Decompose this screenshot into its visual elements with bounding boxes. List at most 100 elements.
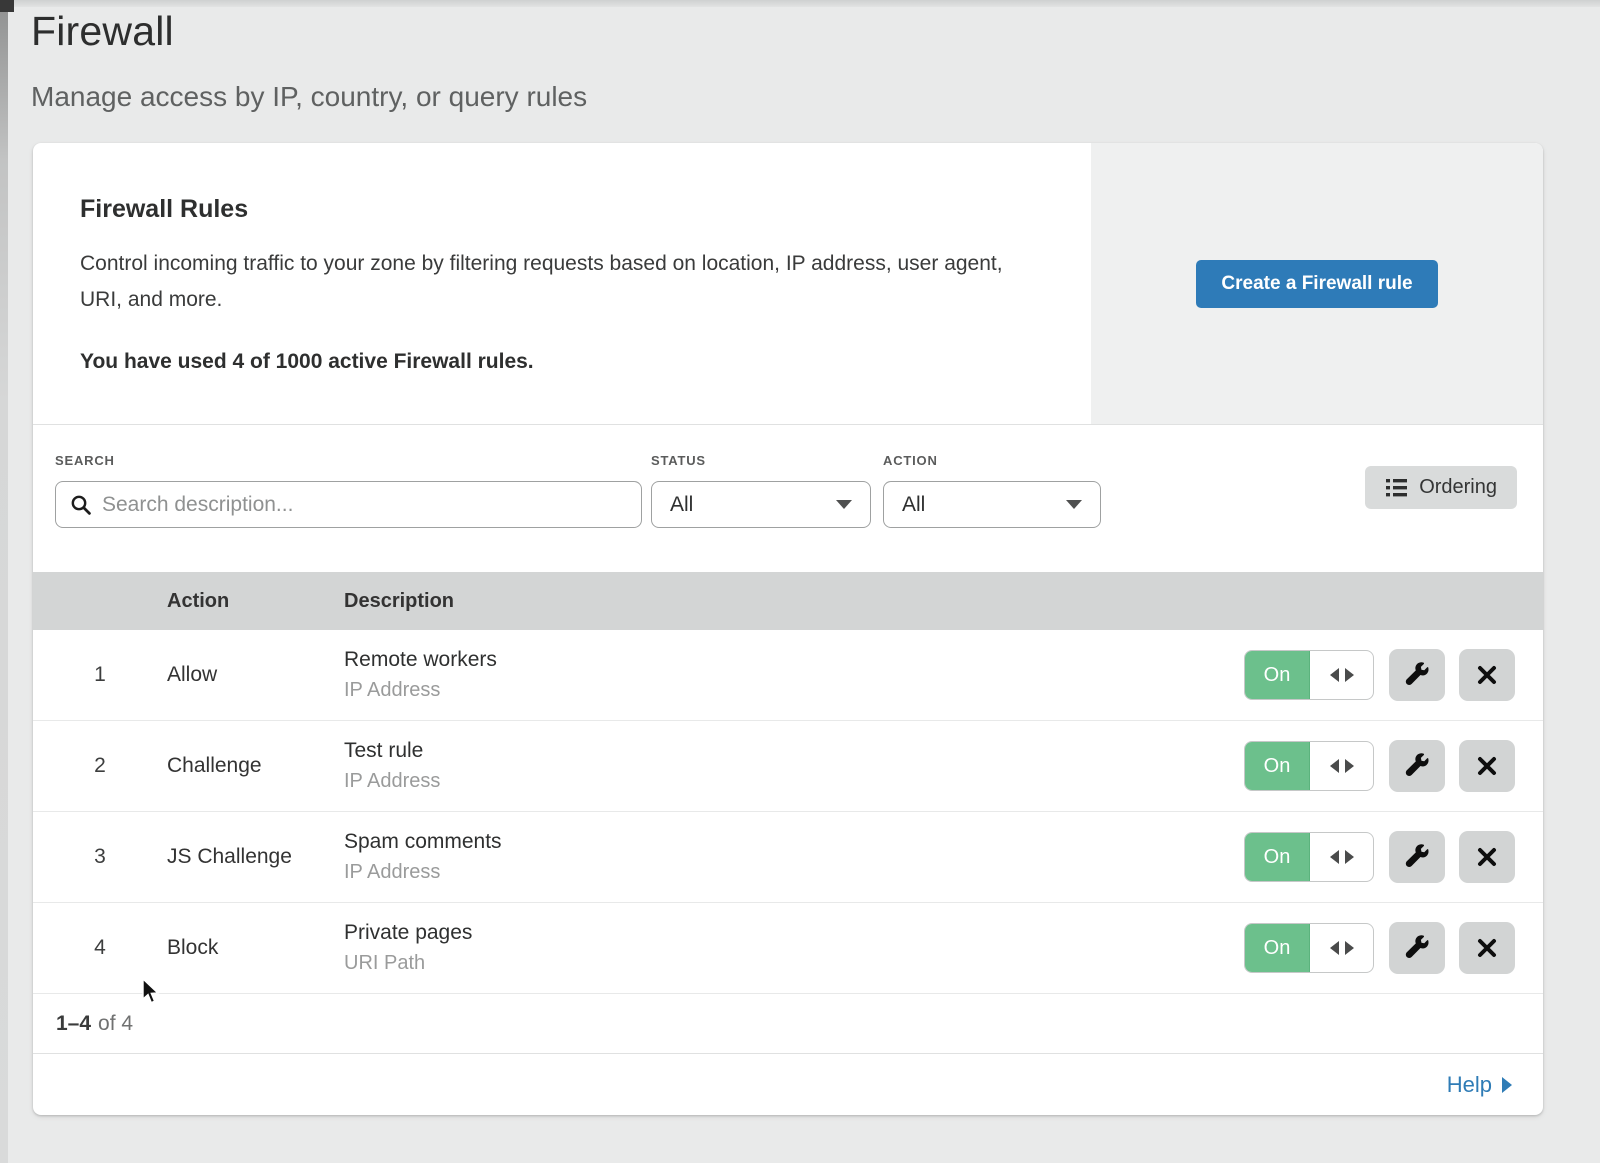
toggle-arrows-segment[interactable] (1310, 833, 1373, 881)
priority-cell: 2 (33, 754, 167, 778)
table-row: 4 Block Private pages URI Path On (33, 903, 1543, 994)
arrow-right-icon (1345, 941, 1354, 955)
close-icon (1475, 754, 1499, 778)
action-cell: Block (167, 936, 344, 960)
firewall-rules-card: Firewall Rules Control incoming traffic … (33, 143, 1543, 1115)
rule-match-type: IP Address (344, 861, 1244, 884)
arrow-right-icon (1345, 668, 1354, 682)
wrench-icon (1404, 753, 1430, 779)
status-dropdown-value: All (670, 493, 693, 517)
toggle-on-segment[interactable]: On (1245, 833, 1310, 881)
delete-rule-button[interactable] (1459, 831, 1515, 883)
action-dropdown-value: All (902, 493, 925, 517)
pagination-total: of 4 (98, 1012, 133, 1036)
status-filter: STATUS All (651, 453, 871, 528)
enable-toggle[interactable]: On (1244, 923, 1374, 973)
arrow-right-icon (1345, 850, 1354, 864)
toggle-on-segment[interactable]: On (1245, 924, 1310, 972)
rule-description: Test rule (344, 739, 1244, 763)
table-row: 3 JS Challenge Spam comments IP Address … (33, 812, 1543, 903)
delete-rule-button[interactable] (1459, 922, 1515, 974)
search-icon (70, 494, 92, 516)
chevron-down-icon (1066, 500, 1082, 509)
help-link-label: Help (1447, 1072, 1492, 1098)
close-icon (1475, 845, 1499, 869)
intro-section: Firewall Rules Control incoming traffic … (33, 143, 1543, 425)
rule-match-type: URI Path (344, 952, 1244, 975)
row-controls: On (1244, 649, 1515, 701)
action-filter: ACTION All (883, 453, 1101, 528)
edit-rule-button[interactable] (1389, 649, 1445, 701)
intro-aside-panel: Create a Firewall rule (1091, 143, 1543, 425)
delete-rule-button[interactable] (1459, 740, 1515, 792)
search-input[interactable] (102, 493, 627, 517)
help-row: Help (33, 1054, 1543, 1115)
enable-toggle[interactable]: On (1244, 650, 1374, 700)
create-firewall-rule-button[interactable]: Create a Firewall rule (1196, 260, 1437, 308)
action-cell: JS Challenge (167, 845, 344, 869)
description-cell: Remote workers IP Address (344, 648, 1244, 702)
action-cell: Challenge (167, 754, 344, 778)
toggle-arrows-segment[interactable] (1310, 651, 1373, 699)
screen-corner-notch (0, 0, 14, 12)
table-header: Action Description (33, 572, 1543, 630)
arrow-right-icon (1502, 1077, 1512, 1093)
toggle-on-segment[interactable]: On (1245, 742, 1310, 790)
chevron-down-icon (836, 500, 852, 509)
ordering-list-icon (1385, 477, 1408, 498)
page-title: Firewall (31, 8, 587, 55)
delete-rule-button[interactable] (1459, 649, 1515, 701)
arrow-left-icon (1330, 668, 1339, 682)
row-controls: On (1244, 922, 1515, 974)
priority-cell: 4 (33, 936, 167, 960)
enable-toggle[interactable]: On (1244, 741, 1374, 791)
filter-bar: SEARCH STATUS All ACTION All (33, 425, 1543, 572)
status-dropdown[interactable]: All (651, 481, 871, 528)
arrow-left-icon (1330, 759, 1339, 773)
wrench-icon (1404, 935, 1430, 961)
row-controls: On (1244, 831, 1515, 883)
status-label: STATUS (651, 453, 871, 468)
close-icon (1475, 936, 1499, 960)
search-box[interactable] (55, 481, 642, 528)
ordering-button[interactable]: Ordering (1365, 466, 1517, 509)
column-header-description: Description (344, 590, 454, 613)
wrench-icon (1404, 844, 1430, 870)
edit-rule-button[interactable] (1389, 922, 1445, 974)
toggle-arrows-segment[interactable] (1310, 742, 1373, 790)
arrow-right-icon (1345, 759, 1354, 773)
rule-description: Private pages (344, 921, 1244, 945)
action-cell: Allow (167, 663, 344, 687)
pagination-range: 1–4 (56, 1012, 91, 1036)
close-icon (1475, 663, 1499, 687)
pagination-footer: 1–4 of 4 (33, 994, 1543, 1054)
intro-description: Control incoming traffic to your zone by… (80, 246, 1045, 318)
column-header-action: Action (167, 590, 344, 613)
ordering-button-label: Ordering (1419, 476, 1497, 499)
action-dropdown[interactable]: All (883, 481, 1101, 528)
rule-match-type: IP Address (344, 679, 1244, 702)
help-link[interactable]: Help (1447, 1072, 1512, 1098)
table-row: 2 Challenge Test rule IP Address On (33, 721, 1543, 812)
priority-cell: 1 (33, 663, 167, 687)
search-filter: SEARCH (55, 453, 642, 528)
rules-table-body: 1 Allow Remote workers IP Address On (33, 630, 1543, 994)
arrow-left-icon (1330, 941, 1339, 955)
toggle-on-segment[interactable]: On (1245, 651, 1310, 699)
description-cell: Private pages URI Path (344, 921, 1244, 975)
screen-top-edge (0, 0, 1600, 7)
edit-rule-button[interactable] (1389, 831, 1445, 883)
priority-cell: 3 (33, 845, 167, 869)
description-cell: Test rule IP Address (344, 739, 1244, 793)
rule-match-type: IP Address (344, 770, 1244, 793)
toggle-arrows-segment[interactable] (1310, 924, 1373, 972)
wrench-icon (1404, 662, 1430, 688)
page-subtitle: Manage access by IP, country, or query r… (31, 81, 587, 113)
row-controls: On (1244, 740, 1515, 792)
screen-left-edge (0, 0, 8, 1163)
edit-rule-button[interactable] (1389, 740, 1445, 792)
rule-description: Remote workers (344, 648, 1244, 672)
enable-toggle[interactable]: On (1244, 832, 1374, 882)
description-cell: Spam comments IP Address (344, 830, 1244, 884)
page-header: Firewall Manage access by IP, country, o… (31, 8, 587, 113)
